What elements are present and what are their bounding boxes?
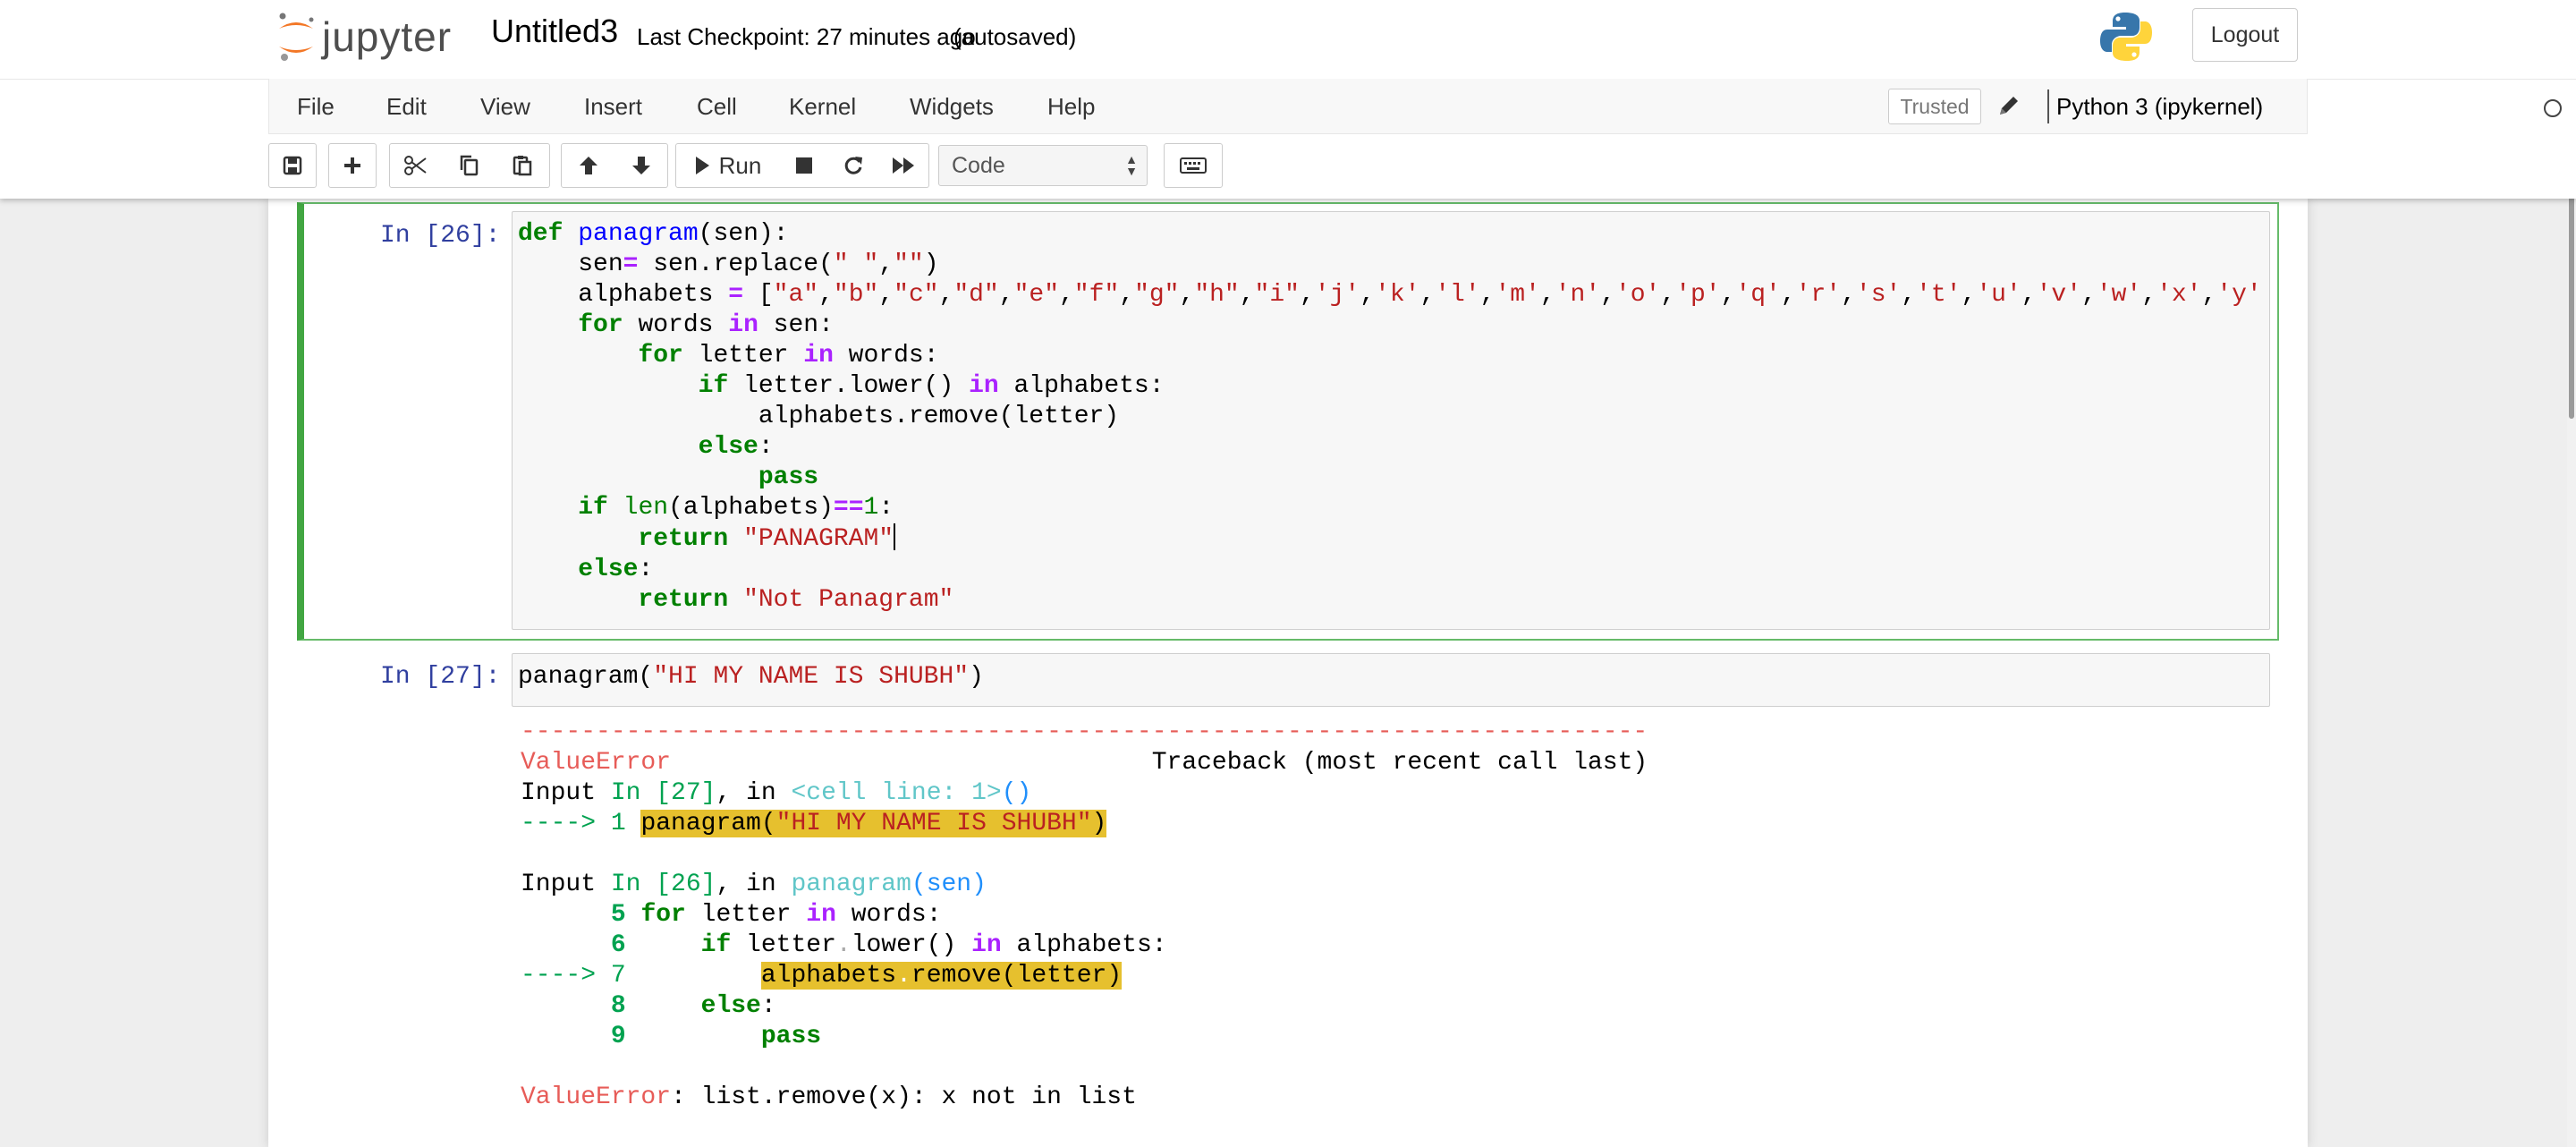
logout-button[interactable]: Logout <box>2192 8 2298 62</box>
text-cursor <box>894 523 896 550</box>
last-checkpoint: Last Checkpoint: 27 minutes ago <box>637 23 976 50</box>
interrupt-button[interactable] <box>779 143 829 188</box>
code-editor[interactable]: panagram("HI MY NAME IS SHUBH") <box>518 662 2264 692</box>
menu-widgets[interactable]: Widgets <box>910 93 994 121</box>
jupyter-logo[interactable]: jupyter <box>275 9 452 64</box>
run-button[interactable]: Run <box>675 143 780 188</box>
kernel-name[interactable]: Python 3 (ipykernel) <box>2056 93 2263 121</box>
cell-type-select[interactable]: Code ▲ ▼ <box>938 145 1148 186</box>
notebook-name[interactable]: Untitled3 <box>491 13 618 50</box>
run-label: Run <box>718 151 762 179</box>
plus-icon <box>344 157 360 174</box>
restart-run-all-button[interactable] <box>878 143 929 188</box>
select-arrows-icon: ▲ ▼ <box>1125 152 1138 178</box>
restart-icon <box>844 157 862 174</box>
restart-button[interactable] <box>828 143 879 188</box>
code-input-area[interactable]: def panagram(sen): sen= sen.replace(" ",… <box>512 211 2270 630</box>
paste-icon <box>513 156 532 176</box>
move-down-button[interactable] <box>614 143 668 188</box>
fast-forward-icon <box>893 157 914 174</box>
menu-help[interactable]: Help <box>1047 93 1095 121</box>
notebook-header: jupyter Untitled3 Last Checkpoint: 27 mi… <box>0 0 2576 199</box>
menubar: File Edit View Insert Cell Kernel Widget… <box>268 79 2562 134</box>
autosave-status: (autosaved) <box>953 23 1077 50</box>
toolbar: Run Code ▲ ▼ <box>268 143 2308 190</box>
paste-button[interactable] <box>496 143 550 188</box>
error-output: ----------------------------------------… <box>521 718 1648 1111</box>
kernel-separator <box>2047 89 2049 123</box>
jupyter-logo-icon <box>279 13 314 61</box>
menu-cell[interactable]: Cell <box>697 93 737 121</box>
cut-button[interactable] <box>389 143 443 188</box>
menu-edit[interactable]: Edit <box>386 93 427 121</box>
cell-type-value: Code <box>952 152 1005 178</box>
save-button[interactable] <box>268 143 317 188</box>
insert-cell-button[interactable] <box>328 143 377 188</box>
cell-prompt: In [26]: <box>380 222 501 250</box>
menu-file[interactable]: File <box>297 93 335 121</box>
keyboard-icon <box>1180 157 1207 174</box>
cell-prompt: In [27]: <box>380 663 501 691</box>
menu-view[interactable]: View <box>480 93 530 121</box>
python-logo-icon <box>2100 13 2152 61</box>
menu-kernel[interactable]: Kernel <box>789 93 856 121</box>
notebook-container: In [26]: def panagram(sen): sen= sen.rep… <box>268 199 2308 1147</box>
menu-insert[interactable]: Insert <box>584 93 642 121</box>
code-editor[interactable]: def panagram(sen): sen= sen.replace(" ",… <box>518 219 2264 616</box>
stop-icon <box>795 157 812 174</box>
header-bar: jupyter Untitled3 Last Checkpoint: 27 mi… <box>0 0 2576 80</box>
arrow-up-icon <box>579 157 597 174</box>
copy-icon <box>460 155 479 176</box>
pencil-icon[interactable] <box>1996 92 2022 119</box>
command-palette-button[interactable] <box>1164 143 1223 188</box>
jupyter-logo-text: jupyter <box>322 13 453 60</box>
arrow-down-icon <box>631 157 650 174</box>
save-icon <box>283 156 302 175</box>
copy-button[interactable] <box>442 143 496 188</box>
run-icon <box>695 157 709 174</box>
code-input-area[interactable]: panagram("HI MY NAME IS SHUBH") <box>512 653 2270 707</box>
cut-icon <box>404 156 427 175</box>
trusted-indicator[interactable]: Trusted <box>1888 89 1981 124</box>
kernel-idle-indicator <box>2544 99 2562 117</box>
move-up-button[interactable] <box>561 143 615 188</box>
